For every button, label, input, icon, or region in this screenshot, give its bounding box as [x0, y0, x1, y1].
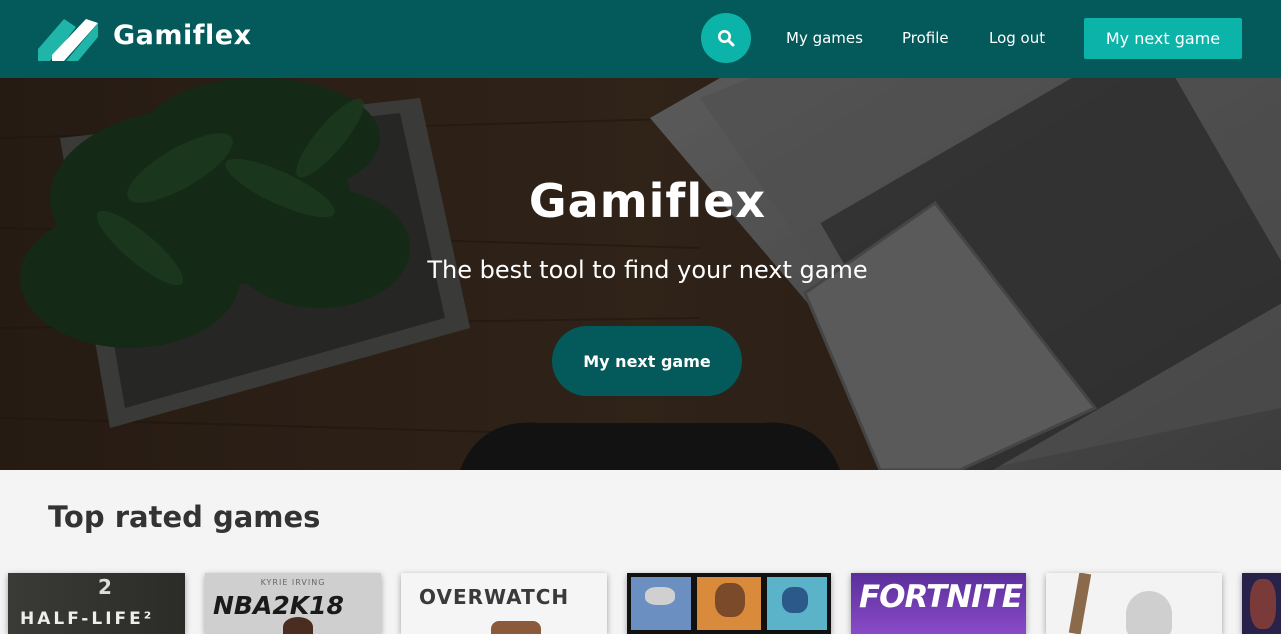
search-icon [718, 30, 735, 47]
nav-link-profile[interactable]: Profile [902, 29, 949, 47]
logo-icon[interactable] [36, 19, 100, 61]
section-title-top-rated: Top rated games [48, 500, 321, 534]
game-cover-title: HALF-LIFE² [20, 609, 155, 629]
game-card-the-witcher[interactable] [1046, 573, 1222, 634]
nav-my-next-game-button[interactable]: My next game [1084, 18, 1242, 59]
navbar: Gamiflex My games Profile Log out My nex… [0, 0, 1281, 78]
game-card-half-life-2[interactable]: 2 HALF-LIFE² [8, 573, 185, 634]
game-card-nba-2k18[interactable]: KYRIE IRVING NBA2K18 [205, 573, 381, 634]
game-cover-title: OVERWATCH [419, 585, 570, 609]
hero-subtitle: The best tool to find your next game [427, 256, 868, 284]
game-cover-subtitle: 2 [98, 575, 112, 599]
hero-my-next-game-button[interactable]: My next game [552, 326, 742, 396]
hero-banner: Gamiflex The best tool to find your next… [0, 78, 1281, 470]
game-card-gta-v[interactable] [627, 573, 831, 634]
top-rated-games-row: 2 HALF-LIFE² KYRIE IRVING NBA2K18 OVERWA… [0, 573, 1281, 634]
nav-link-logout[interactable]: Log out [989, 29, 1045, 47]
brand-name[interactable]: Gamiflex [113, 20, 252, 51]
game-card-partial[interactable] [1242, 573, 1281, 634]
game-cover-title: FORTNITE [859, 579, 1023, 615]
game-cover-subtitle: KYRIE IRVING [260, 578, 326, 587]
game-cover-title: NBA2K18 [213, 591, 344, 620]
search-button[interactable] [701, 13, 751, 63]
game-card-overwatch[interactable]: OVERWATCH [401, 573, 607, 634]
game-card-fortnite[interactable]: FORTNITE [851, 573, 1026, 634]
nav-link-my-games[interactable]: My games [786, 29, 863, 47]
hero-title: Gamiflex [528, 174, 767, 228]
